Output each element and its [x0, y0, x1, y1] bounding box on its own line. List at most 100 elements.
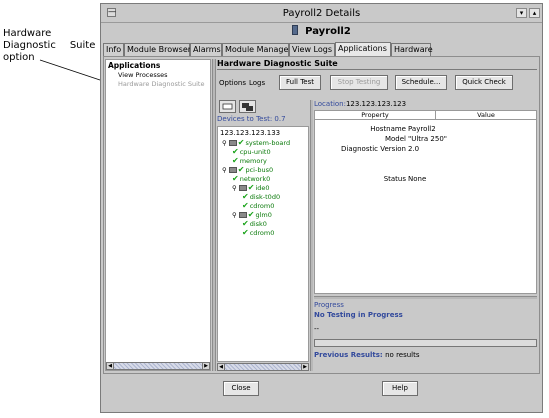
- app-item-view-processes[interactable]: View Processes: [118, 71, 168, 79]
- checkmark-icon[interactable]: ✔: [232, 174, 239, 183]
- host-name: Payroll2: [305, 26, 351, 37]
- tree-node[interactable]: ✔cdrom0: [242, 228, 274, 237]
- tree-node[interactable]: ⚲ ✔pci-bus0: [222, 165, 273, 174]
- tree-node-label: glm0: [255, 211, 272, 219]
- expand-handle-icon[interactable]: ⚲: [232, 184, 237, 192]
- properties-splitter[interactable]: [314, 296, 537, 299]
- applications-list: Applications View Processes Hardware Dia…: [105, 59, 211, 371]
- tree-node[interactable]: ✔disk0: [242, 219, 267, 228]
- tree-node-label: cpu-unit0: [239, 148, 271, 156]
- tree-node[interactable]: ✔memory: [232, 156, 267, 165]
- properties-pane: Location:123.123.123.123 Property Value …: [314, 100, 537, 360]
- tree-node-label: memory: [239, 157, 267, 165]
- tree-node[interactable]: ⚲ ✔ide0: [232, 183, 270, 192]
- checkmark-icon[interactable]: ✔: [242, 201, 249, 210]
- device-tree-pane: Devices to Test: 0.7 123.123.123.133 ⚲ ✔s…: [217, 115, 309, 371]
- left-horizontal-scrollbar[interactable]: ◀ ▶: [106, 362, 210, 370]
- progress-section: Progress No Testing in Progress -- Previ…: [314, 301, 537, 361]
- tab-info[interactable]: Info: [103, 43, 124, 56]
- callout-line-1: Hardware: [3, 28, 52, 39]
- checkmark-icon[interactable]: ✔: [238, 165, 245, 174]
- col-header-property[interactable]: Property: [315, 111, 436, 120]
- tree-node-label: network0: [239, 175, 271, 183]
- title-bar[interactable]: — Payroll2 Details ▾ ▴: [101, 4, 542, 23]
- device-icon: [238, 212, 247, 218]
- callout-line-3: option: [3, 52, 35, 63]
- tab-applications[interactable]: Applications: [335, 42, 391, 56]
- tree-splitter[interactable]: [310, 100, 313, 371]
- col-header-value[interactable]: Value: [436, 111, 536, 120]
- suite-title: Hardware Diagnostic Suite: [217, 59, 338, 68]
- tree-node-label: disk0: [249, 220, 267, 228]
- full-test-button[interactable]: Full Test: [279, 75, 321, 90]
- tree-node-label: cdrom0: [249, 202, 275, 210]
- tree-horizontal-scrollbar[interactable]: ◀ ▶: [217, 363, 309, 371]
- tree-scroll-left-icon[interactable]: ◀: [217, 363, 225, 371]
- property-value: "Ultra 250": [408, 135, 448, 143]
- options-link[interactable]: Options: [219, 79, 246, 87]
- location-label: Location:: [314, 100, 346, 108]
- checkmark-icon[interactable]: ✔: [242, 228, 249, 237]
- maximize-icon[interactable]: ▴: [529, 8, 540, 18]
- checkmark-icon[interactable]: ✔: [238, 138, 245, 147]
- tree-node-label: disk-t0d0: [249, 193, 281, 201]
- checkmark-icon[interactable]: ✔: [248, 210, 255, 219]
- dialog-footer: Close Help: [101, 376, 542, 412]
- collapse-tree-icon[interactable]: [219, 100, 236, 113]
- close-button[interactable]: Close: [223, 381, 259, 396]
- property-value: Payroll2: [408, 125, 436, 133]
- property-key: Model: [384, 135, 406, 143]
- scroll-right-icon[interactable]: ▶: [202, 362, 210, 370]
- expand-handle-icon[interactable]: ⚲: [222, 166, 227, 174]
- previous-results-value: no results: [385, 351, 420, 359]
- tree-scroll-right-icon[interactable]: ▶: [301, 363, 309, 371]
- app-item-hardware-diagnostic-suite[interactable]: Hardware Diagnostic Suite: [118, 80, 204, 88]
- tree-node-label: ide0: [255, 184, 270, 192]
- property-value: 2.0: [408, 145, 420, 153]
- tree-node-label: pci-bus0: [245, 166, 274, 174]
- help-button[interactable]: Help: [382, 381, 418, 396]
- location-value: 123.123.123.123: [345, 100, 407, 108]
- tree-node[interactable]: ⚲ ✔system-board: [222, 138, 290, 147]
- expand-handle-icon[interactable]: ⚲: [232, 211, 237, 219]
- tab-alarms[interactable]: Alarms: [190, 43, 222, 56]
- host-header: Payroll2: [101, 25, 542, 39]
- tree-node[interactable]: ✔network0: [232, 174, 270, 183]
- previous-results: Previous Results: no results: [314, 351, 420, 359]
- properties-table: Property Value Hostname Payroll2 Model "Ult…: [314, 110, 537, 294]
- schedule-button[interactable]: Schedule...: [395, 75, 447, 90]
- device-icon: [228, 140, 237, 146]
- checkmark-icon[interactable]: ✔: [248, 183, 255, 192]
- stop-testing-button[interactable]: Stop Testing: [330, 75, 388, 90]
- pane-splitter[interactable]: [212, 59, 216, 371]
- quick-check-button[interactable]: Quick Check: [455, 75, 513, 90]
- tab-view-logs[interactable]: View Logs: [289, 43, 335, 56]
- property-key: Diagnostic Version: [341, 145, 406, 153]
- tree-node[interactable]: ✔cpu-unit0: [232, 147, 271, 156]
- tree-node[interactable]: ✔disk-t0d0: [242, 192, 280, 201]
- tree-node[interactable]: ✔cdrom0: [242, 201, 274, 210]
- tab-hardware[interactable]: Hardware: [391, 43, 433, 56]
- tree-node-label: cdrom0: [249, 229, 275, 237]
- device-icon: [228, 167, 237, 173]
- expand-tree-icon[interactable]: [239, 100, 256, 113]
- expand-handle-icon[interactable]: ⚲: [222, 139, 227, 147]
- payroll2-details-window: — Payroll2 Details ▾ ▴ Payroll2 Info Mod…: [100, 3, 543, 413]
- progress-status: No Testing in Progress: [314, 311, 403, 319]
- property-key: Status: [383, 175, 406, 183]
- device-tree: 123.123.123.133 ⚲ ✔system-board ✔cpu-unit0…: [217, 126, 309, 362]
- minimize-icon[interactable]: ▾: [516, 8, 527, 18]
- tab-module-browser[interactable]: Module Browser: [124, 43, 191, 56]
- expand-tree-icon-glyph: [242, 103, 253, 111]
- scroll-left-icon[interactable]: ◀: [106, 362, 114, 370]
- divider: [217, 69, 537, 70]
- logs-link[interactable]: Logs: [249, 79, 265, 87]
- checkmark-icon[interactable]: ✔: [242, 192, 249, 201]
- applications-heading: Applications: [108, 61, 161, 70]
- checkmark-icon[interactable]: ✔: [242, 219, 249, 228]
- tree-node[interactable]: ⚲ ✔glm0: [232, 210, 272, 219]
- tree-root-host[interactable]: 123.123.123.133: [220, 129, 280, 137]
- tab-module-manager[interactable]: Module Manager: [222, 43, 292, 56]
- checkmark-icon[interactable]: ✔: [232, 147, 239, 156]
- checkmark-icon[interactable]: ✔: [232, 156, 239, 165]
